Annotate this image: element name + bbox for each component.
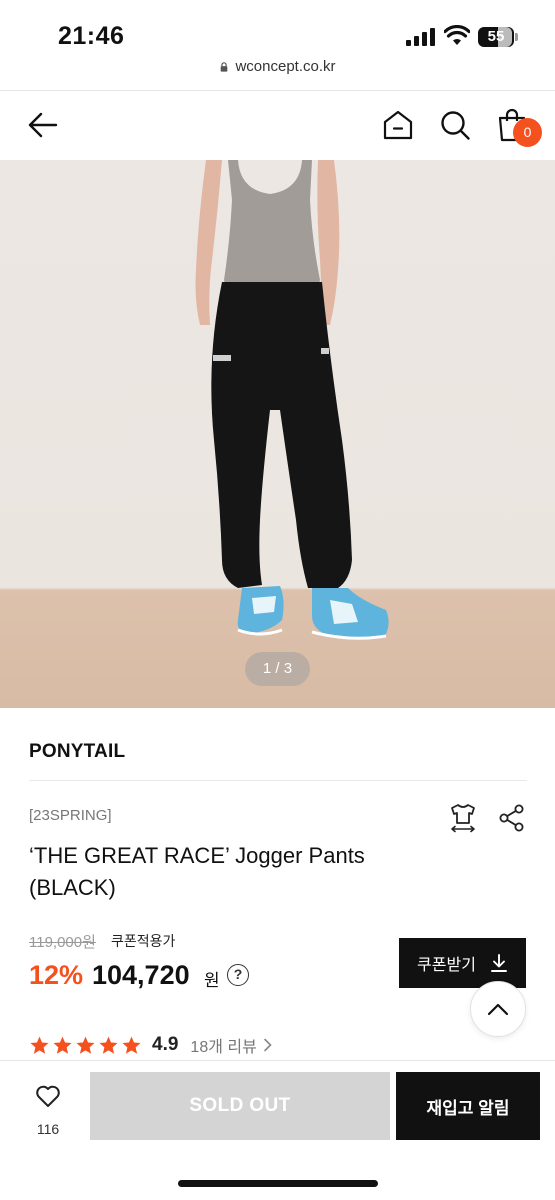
season-tag: [23SPRING] (29, 807, 112, 824)
star-icon (30, 1036, 49, 1054)
download-icon (490, 954, 507, 972)
heart-icon (36, 1085, 60, 1107)
rating-score: 4.9 (152, 1034, 179, 1055)
product-page: 21:46 55 wconcept.co.kr 0 1 / 3 PONYTAIL… (0, 0, 555, 1200)
home-indicator (178, 1180, 378, 1187)
size-guide-button[interactable] (448, 803, 478, 833)
size-guide-icon (451, 804, 475, 833)
brand-name[interactable]: PONYTAIL (29, 741, 125, 763)
sale-price: 104,720 (92, 960, 190, 990)
coupon-price-label: 쿠폰적용가 (111, 933, 176, 949)
cellular-signal-icon (406, 28, 435, 46)
star-icon (53, 1036, 72, 1054)
original-price: 119,000원 (29, 934, 96, 951)
status-time: 21:46 (58, 22, 125, 50)
currency-unit: 원 (204, 971, 220, 990)
restock-alert-button[interactable]: 재입고 알림 (396, 1072, 540, 1140)
rating-summary[interactable]: 4.9 18개 리뷰 (29, 1032, 273, 1058)
cart-count-badge: 0 (513, 118, 542, 147)
share-button[interactable] (497, 803, 527, 833)
sold-out-button[interactable]: SOLD OUT (90, 1072, 390, 1140)
product-title: ‘THE GREAT RACE’ Jogger Pants (BLACK) (29, 843, 365, 900)
battery-level: 55 (487, 28, 505, 45)
home-button[interactable] (380, 107, 416, 143)
star-icon (99, 1036, 118, 1054)
search-button[interactable] (437, 107, 473, 143)
get-coupon-label: 쿠폰받기 (417, 957, 476, 974)
product-photo-illustration (195, 160, 389, 640)
star-icon (76, 1036, 95, 1054)
like-count: 116 (36, 1121, 60, 1137)
star-icon (122, 1036, 141, 1054)
search-icon (441, 111, 470, 140)
back-arrow-icon (28, 112, 58, 138)
divider (29, 780, 527, 781)
url-bar[interactable]: wconcept.co.kr (0, 58, 555, 82)
url-text: wconcept.co.kr (235, 58, 336, 75)
product-image[interactable] (0, 160, 555, 708)
battery-indicator: 55 (478, 27, 518, 47)
image-pager: 1 / 3 (245, 652, 310, 686)
scroll-to-top-button[interactable] (470, 981, 526, 1037)
wifi-icon (444, 25, 470, 45)
share-icon (499, 804, 524, 832)
get-coupon-button[interactable]: 쿠폰받기 (399, 938, 526, 988)
home-icon (383, 110, 413, 140)
back-button[interactable] (24, 107, 60, 143)
like-button[interactable]: 116 (24, 1084, 72, 1137)
chevron-up-icon (487, 1003, 509, 1016)
review-count: 18개 리뷰 (190, 1039, 257, 1056)
price-help-icon[interactable]: ? (227, 964, 249, 986)
site-header (0, 90, 555, 160)
chevron-right-icon (264, 1038, 272, 1052)
lock-icon (221, 62, 228, 72)
discount-rate: 12% (29, 960, 84, 990)
status-bar: 21:46 55 (0, 0, 555, 60)
rating-stars (29, 1035, 142, 1056)
